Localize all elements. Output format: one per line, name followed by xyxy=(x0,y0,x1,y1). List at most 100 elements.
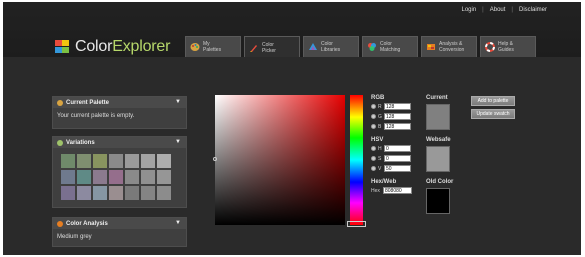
tab-color-libraries[interactable]: Color Libraries xyxy=(303,36,359,57)
current-label: Current xyxy=(426,95,448,101)
hex-field-row: Hex 808080 xyxy=(371,187,412,194)
g-label: G xyxy=(378,113,382,120)
v-field-row: V 50 xyxy=(371,165,411,172)
about-link[interactable]: About xyxy=(490,7,506,13)
variation-swatch[interactable] xyxy=(77,170,91,184)
b-input[interactable]: 128 xyxy=(384,123,411,130)
websafe-swatch[interactable] xyxy=(426,146,450,172)
logo-word-explorer: Explorer xyxy=(112,38,171,55)
s-input[interactable]: 0 xyxy=(384,155,411,162)
b-label: B xyxy=(378,123,382,130)
b-radio[interactable] xyxy=(371,124,376,129)
variation-swatch[interactable] xyxy=(109,186,123,200)
current-palette-message: Your current palette is empty. xyxy=(57,113,135,119)
variation-swatch[interactable] xyxy=(157,170,171,184)
panel-title: Variations xyxy=(66,139,95,146)
logo-text: ColorExplorer xyxy=(75,38,170,56)
main-content: Current Palette ▼ Your current palette i… xyxy=(3,57,581,255)
lifebuoy-icon xyxy=(485,42,495,52)
s-radio[interactable] xyxy=(371,156,376,161)
hue-slider-handle[interactable] xyxy=(347,221,366,227)
hexweb-label: Hex/Web xyxy=(371,179,397,185)
panel-header[interactable]: Variations ▼ xyxy=(53,137,186,148)
hue-slider[interactable] xyxy=(350,95,363,225)
v-label: V xyxy=(378,165,382,172)
tab-my-palettes[interactable]: My Palettes xyxy=(185,36,241,57)
header: Login | About | Disclaimer ColorExplorer… xyxy=(3,2,581,58)
palette-icon xyxy=(57,99,63,106)
tab-analysis-conversion[interactable]: Analysis & Conversion xyxy=(421,36,477,57)
hex-prefix: Hex xyxy=(371,187,380,194)
h-input[interactable]: 0 xyxy=(384,145,411,152)
websafe-label: Websafe xyxy=(426,137,451,143)
g-radio[interactable] xyxy=(371,114,376,119)
saturation-value-picker[interactable] xyxy=(215,95,345,225)
variation-swatch[interactable] xyxy=(141,154,155,168)
variation-swatch[interactable] xyxy=(125,154,139,168)
panel-title: Current Palette xyxy=(66,99,110,106)
login-link[interactable]: Login xyxy=(461,7,476,13)
variation-swatch[interactable] xyxy=(125,186,139,200)
hsv-label: HSV xyxy=(371,137,384,143)
h-field-row: H 0 xyxy=(371,145,411,152)
variation-swatch[interactable] xyxy=(93,186,107,200)
variation-swatch[interactable] xyxy=(109,154,123,168)
rgb-label: RGB xyxy=(371,95,385,101)
color-wheel-icon xyxy=(368,43,376,51)
analysis-icon xyxy=(57,220,63,227)
s-field-row: S 0 xyxy=(371,155,411,162)
variation-swatch[interactable] xyxy=(157,154,171,168)
r-radio[interactable] xyxy=(371,104,376,109)
add-to-palette-button[interactable]: Add to palette xyxy=(471,96,515,106)
tab-color-picker[interactable]: Color Picker xyxy=(244,36,300,58)
variation-swatch[interactable] xyxy=(61,154,75,168)
tab-label: Analysis & Conversion xyxy=(439,41,465,53)
collapse-arrow-icon[interactable]: ▼ xyxy=(175,139,181,145)
tab-label: Help & Guides xyxy=(498,41,514,53)
collapse-arrow-icon[interactable]: ▼ xyxy=(175,99,181,105)
collapse-arrow-icon[interactable]: ▼ xyxy=(175,220,181,226)
panel-title: Color Analysis xyxy=(66,220,108,227)
variation-swatch[interactable] xyxy=(125,170,139,184)
current-swatch xyxy=(426,104,450,130)
color-analysis-panel: Color Analysis ▼ Medium grey xyxy=(52,217,187,247)
tab-label: Color Libraries xyxy=(321,41,341,53)
r-input[interactable]: 128 xyxy=(384,103,411,110)
h-radio[interactable] xyxy=(371,146,376,151)
library-icon xyxy=(309,43,317,50)
old-color-swatch[interactable] xyxy=(426,188,450,214)
variation-swatch[interactable] xyxy=(77,154,91,168)
picker-cursor[interactable] xyxy=(213,157,217,161)
panel-header[interactable]: Color Analysis ▼ xyxy=(53,218,186,229)
update-swatch-button[interactable]: Update swatch xyxy=(471,109,515,119)
tab-color-matching[interactable]: Color Matching xyxy=(362,36,418,57)
variation-swatch[interactable] xyxy=(93,170,107,184)
panel-header[interactable]: Current Palette ▼ xyxy=(53,97,186,108)
variation-swatch[interactable] xyxy=(157,186,171,200)
logo[interactable]: ColorExplorer xyxy=(55,38,170,56)
divider: | xyxy=(511,7,513,13)
variation-swatch[interactable] xyxy=(109,170,123,184)
brush-icon xyxy=(250,44,257,52)
variation-swatch[interactable] xyxy=(61,170,75,184)
current-palette-panel: Current Palette ▼ Your current palette i… xyxy=(52,96,187,129)
variation-swatch[interactable] xyxy=(61,186,75,200)
disclaimer-link[interactable]: Disclaimer xyxy=(519,7,547,13)
color-analysis-result: Medium grey xyxy=(57,234,92,240)
v-radio[interactable] xyxy=(371,166,376,171)
v-input[interactable]: 50 xyxy=(384,165,411,172)
g-input[interactable]: 128 xyxy=(384,113,411,120)
variations-tone-grid xyxy=(125,154,171,200)
variations-hue-grid xyxy=(61,154,123,200)
b-field-row: B 128 xyxy=(371,123,411,130)
variation-swatch[interactable] xyxy=(77,186,91,200)
variation-swatch[interactable] xyxy=(141,186,155,200)
variations-icon xyxy=(57,139,63,146)
variation-swatch[interactable] xyxy=(141,170,155,184)
tab-label: Color Picker xyxy=(262,41,276,54)
tab-label: Color Matching xyxy=(380,41,401,53)
old-color-label: Old Color xyxy=(426,179,454,185)
variation-swatch[interactable] xyxy=(93,154,107,168)
hex-input[interactable]: 808080 xyxy=(383,187,412,194)
tab-help-guides[interactable]: Help & Guides xyxy=(480,36,536,57)
